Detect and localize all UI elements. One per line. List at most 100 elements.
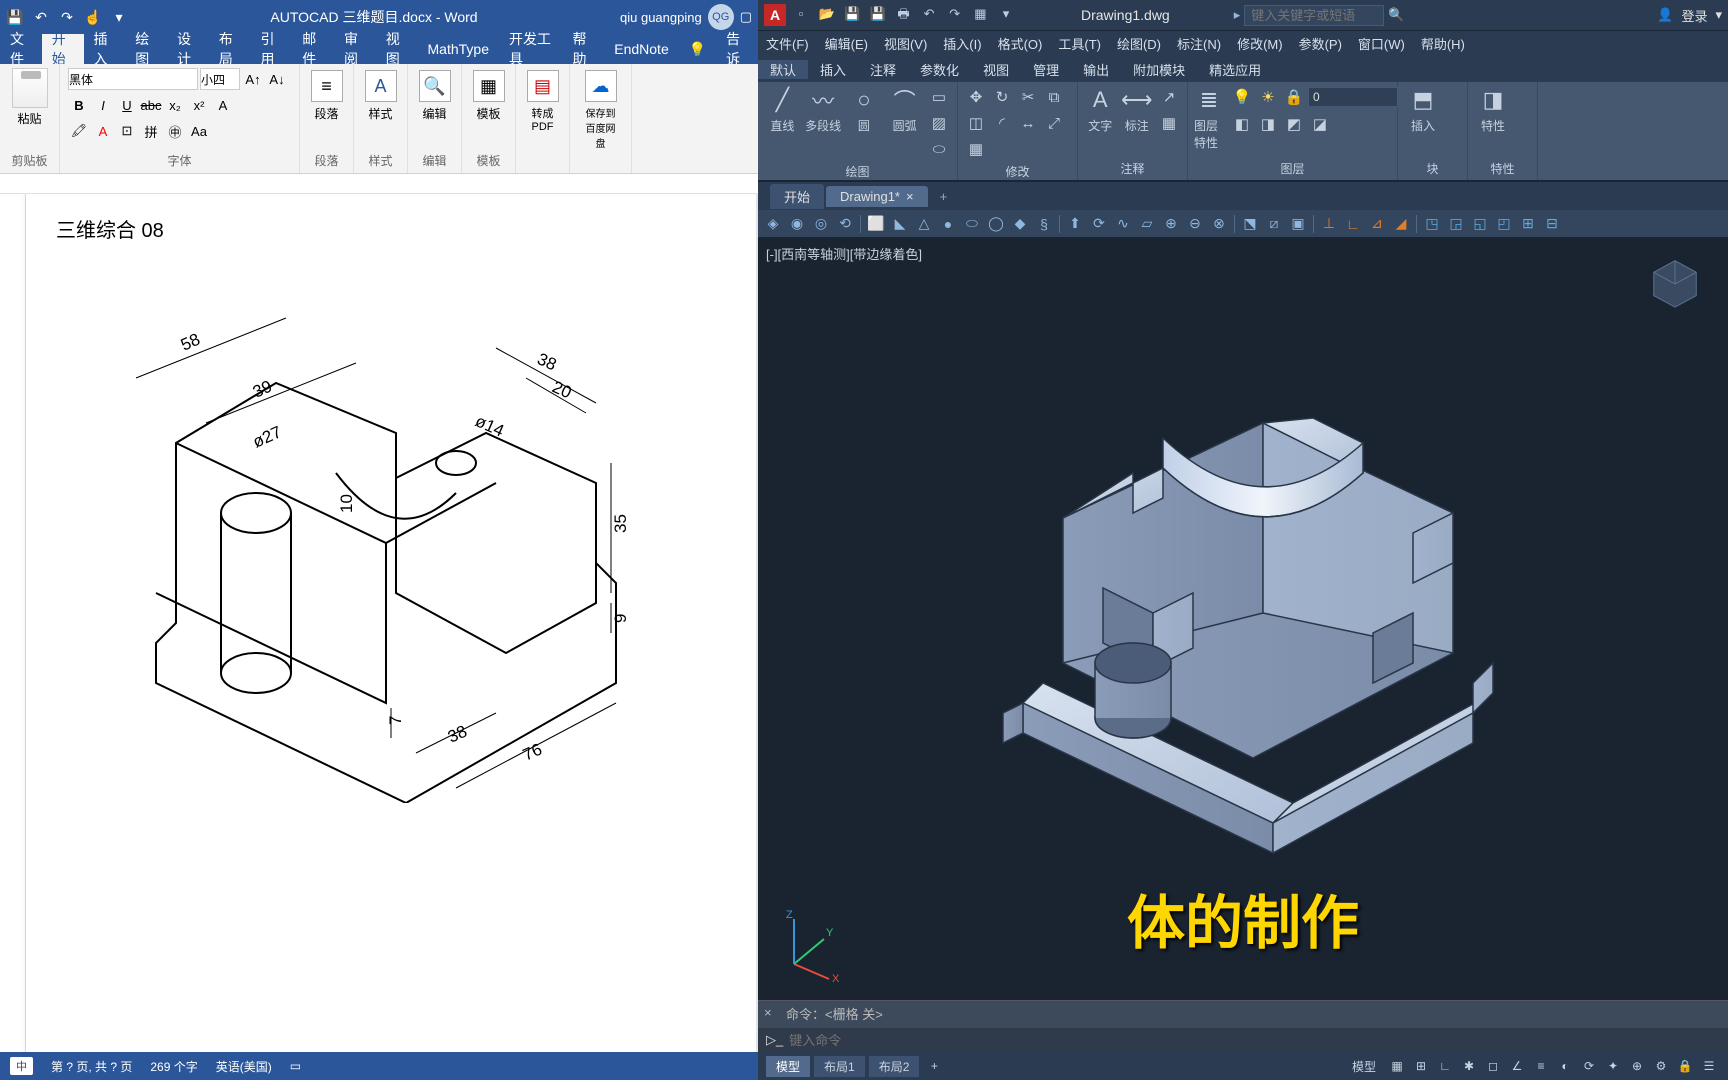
view3-icon[interactable]: ◱ <box>1469 213 1491 235</box>
menu-mail[interactable]: 邮件 <box>292 34 334 64</box>
tab-default[interactable]: 默认 <box>758 60 808 79</box>
tab-annotate[interactable]: 注释 <box>858 60 908 79</box>
redo-icon[interactable]: ↷ <box>58 8 76 26</box>
dyninput-icon[interactable]: ⊕ <box>1626 1056 1648 1076</box>
osnap-icon[interactable]: ◻ <box>1482 1056 1504 1076</box>
pyramid-icon[interactable]: ◆ <box>1009 213 1031 235</box>
bulb-icon[interactable]: 💡 <box>1230 85 1254 109</box>
phonetic-button[interactable]: 拼 <box>140 120 162 142</box>
menu-endnote[interactable]: EndNote <box>604 34 678 64</box>
table-icon[interactable]: ▦ <box>1157 111 1181 135</box>
menu-design[interactable]: 设计 <box>167 34 209 64</box>
menu-mathtype[interactable]: MathType <box>418 34 499 64</box>
save-icon[interactable]: 💾 <box>842 4 862 24</box>
underline-button[interactable]: U <box>116 94 138 116</box>
hatch-icon[interactable]: ▨ <box>927 111 951 135</box>
text-effects-button[interactable]: A <box>212 94 234 116</box>
tab-parametric[interactable]: 参数化 <box>908 60 971 79</box>
text-button[interactable]: A文字 <box>1084 85 1117 135</box>
view4-icon[interactable]: ◰ <box>1493 213 1515 235</box>
loft-icon[interactable]: ▱ <box>1136 213 1158 235</box>
tell-me-icon[interactable]: 💡 <box>679 34 716 64</box>
fillet-icon[interactable]: ◜ <box>990 111 1014 135</box>
close-tab-icon[interactable]: × <box>906 189 914 204</box>
helix-icon[interactable]: § <box>1033 213 1055 235</box>
arc-button[interactable]: ⌒圆弧 <box>886 85 923 161</box>
view6-icon[interactable]: ⊟ <box>1541 213 1563 235</box>
menu-help[interactable]: 帮助(H) <box>1413 34 1473 53</box>
menu-draw[interactable]: 绘图 <box>125 34 167 64</box>
lock-icon[interactable]: 🔒 <box>1282 85 1306 109</box>
cylinder-icon[interactable]: ⬭ <box>961 213 983 235</box>
login-more-icon[interactable]: ▾ <box>1715 7 1722 23</box>
layer-tool4-icon[interactable]: ◪ <box>1308 112 1332 136</box>
tool-nav1-icon[interactable]: ◈ <box>762 213 784 235</box>
new-tab-button[interactable]: + <box>930 189 958 204</box>
sun-icon[interactable]: ☀ <box>1256 85 1280 109</box>
track-changes-icon[interactable]: ▭ <box>290 1059 301 1073</box>
tool-nav3-icon[interactable]: ◎ <box>810 213 832 235</box>
copy-icon[interactable]: ⧉ <box>1042 85 1066 109</box>
open-icon[interactable]: 📂 <box>817 4 837 24</box>
editing-button[interactable]: 🔍 编辑 <box>416 68 453 124</box>
menu-references[interactable]: 引用 <box>251 34 293 64</box>
paste-button[interactable]: 粘贴 <box>8 68 51 127</box>
subscript-button[interactable]: x₂ <box>164 94 186 116</box>
move-icon[interactable]: ✥ <box>964 85 988 109</box>
baidu-button[interactable]: ☁ 保存到百度网盘 <box>578 68 623 152</box>
intersect-icon[interactable]: ⊗ <box>1208 213 1230 235</box>
revolve-icon[interactable]: ⟳ <box>1088 213 1110 235</box>
saveas-icon[interactable]: 💾 <box>868 4 888 24</box>
tell-me-text[interactable]: 告诉 <box>716 34 758 64</box>
tab-featured[interactable]: 精选应用 <box>1197 60 1273 79</box>
word-user[interactable]: qiu guangping QG ▢ <box>620 4 752 30</box>
snap-icon[interactable]: ⊞ <box>1410 1056 1432 1076</box>
paragraph-button[interactable]: ≡ 段落 <box>308 68 345 124</box>
styles-button[interactable]: A 样式 <box>362 68 399 124</box>
workspace-icon[interactable]: ⚙ <box>1650 1056 1672 1076</box>
menu-format[interactable]: 格式(O) <box>990 34 1051 53</box>
word-count[interactable]: 269 个字 <box>150 1058 197 1075</box>
decrease-font-button[interactable]: A↓ <box>266 68 288 90</box>
mirror-icon[interactable]: ◫ <box>964 111 988 135</box>
enclose-button[interactable]: ㊥ <box>164 120 186 142</box>
box-icon[interactable]: ⬜ <box>865 213 887 235</box>
ellipse-icon[interactable]: ⬭ <box>927 137 951 161</box>
sweep-icon[interactable]: ∿ <box>1112 213 1134 235</box>
font-color-button[interactable]: A <box>92 120 114 142</box>
tab-output[interactable]: 输出 <box>1071 60 1121 79</box>
menu-dimension[interactable]: 标注(N) <box>1169 34 1229 53</box>
word-ruler[interactable] <box>0 174 758 194</box>
ribbon-options-icon[interactable]: ▢ <box>740 9 752 25</box>
menu-edit[interactable]: 编辑(E) <box>817 34 876 53</box>
line-button[interactable]: ╱直线 <box>764 85 801 161</box>
extrude-icon[interactable]: ⬆ <box>1064 213 1086 235</box>
add-layout-icon[interactable]: + <box>923 1056 945 1076</box>
menu-modify[interactable]: 修改(M) <box>1229 34 1291 53</box>
ucs4-icon[interactable]: ◢ <box>1390 213 1412 235</box>
layer-select[interactable] <box>1308 87 1398 107</box>
undo-icon[interactable]: ↶ <box>32 8 50 26</box>
qat-more-icon[interactable]: ▾ <box>996 4 1016 24</box>
menu-layout[interactable]: 布局 <box>209 34 251 64</box>
menu-home[interactable]: 开始 <box>42 34 84 64</box>
increase-font-button[interactable]: A↑ <box>242 68 264 90</box>
login-button[interactable]: 登录 <box>1681 6 1707 25</box>
cycling-icon[interactable]: ⟳ <box>1578 1056 1600 1076</box>
anno-scale-icon[interactable]: 🔒 <box>1674 1056 1696 1076</box>
word-vertical-ruler[interactable] <box>0 194 26 1052</box>
char-border-button[interactable]: ⊡ <box>116 120 138 142</box>
tool-nav4-icon[interactable]: ⟲ <box>834 213 856 235</box>
menu-tools[interactable]: 工具(T) <box>1050 34 1109 53</box>
dim-button[interactable]: ⟷标注 <box>1121 85 1154 135</box>
menu-view[interactable]: 视图 <box>376 34 418 64</box>
otrack-icon[interactable]: ∠ <box>1506 1056 1528 1076</box>
page-info[interactable]: 第 ? 页, 共 ? 页 <box>51 1058 132 1075</box>
section-icon[interactable]: ⬔ <box>1239 213 1261 235</box>
thicken-icon[interactable]: ▣ <box>1287 213 1309 235</box>
user-icon[interactable]: 👤 <box>1657 7 1673 23</box>
viewcube[interactable] <box>1646 253 1704 311</box>
union-icon[interactable]: ⊕ <box>1160 213 1182 235</box>
app-icon[interactable]: ▦ <box>970 4 990 24</box>
font-name-select[interactable] <box>68 68 198 90</box>
